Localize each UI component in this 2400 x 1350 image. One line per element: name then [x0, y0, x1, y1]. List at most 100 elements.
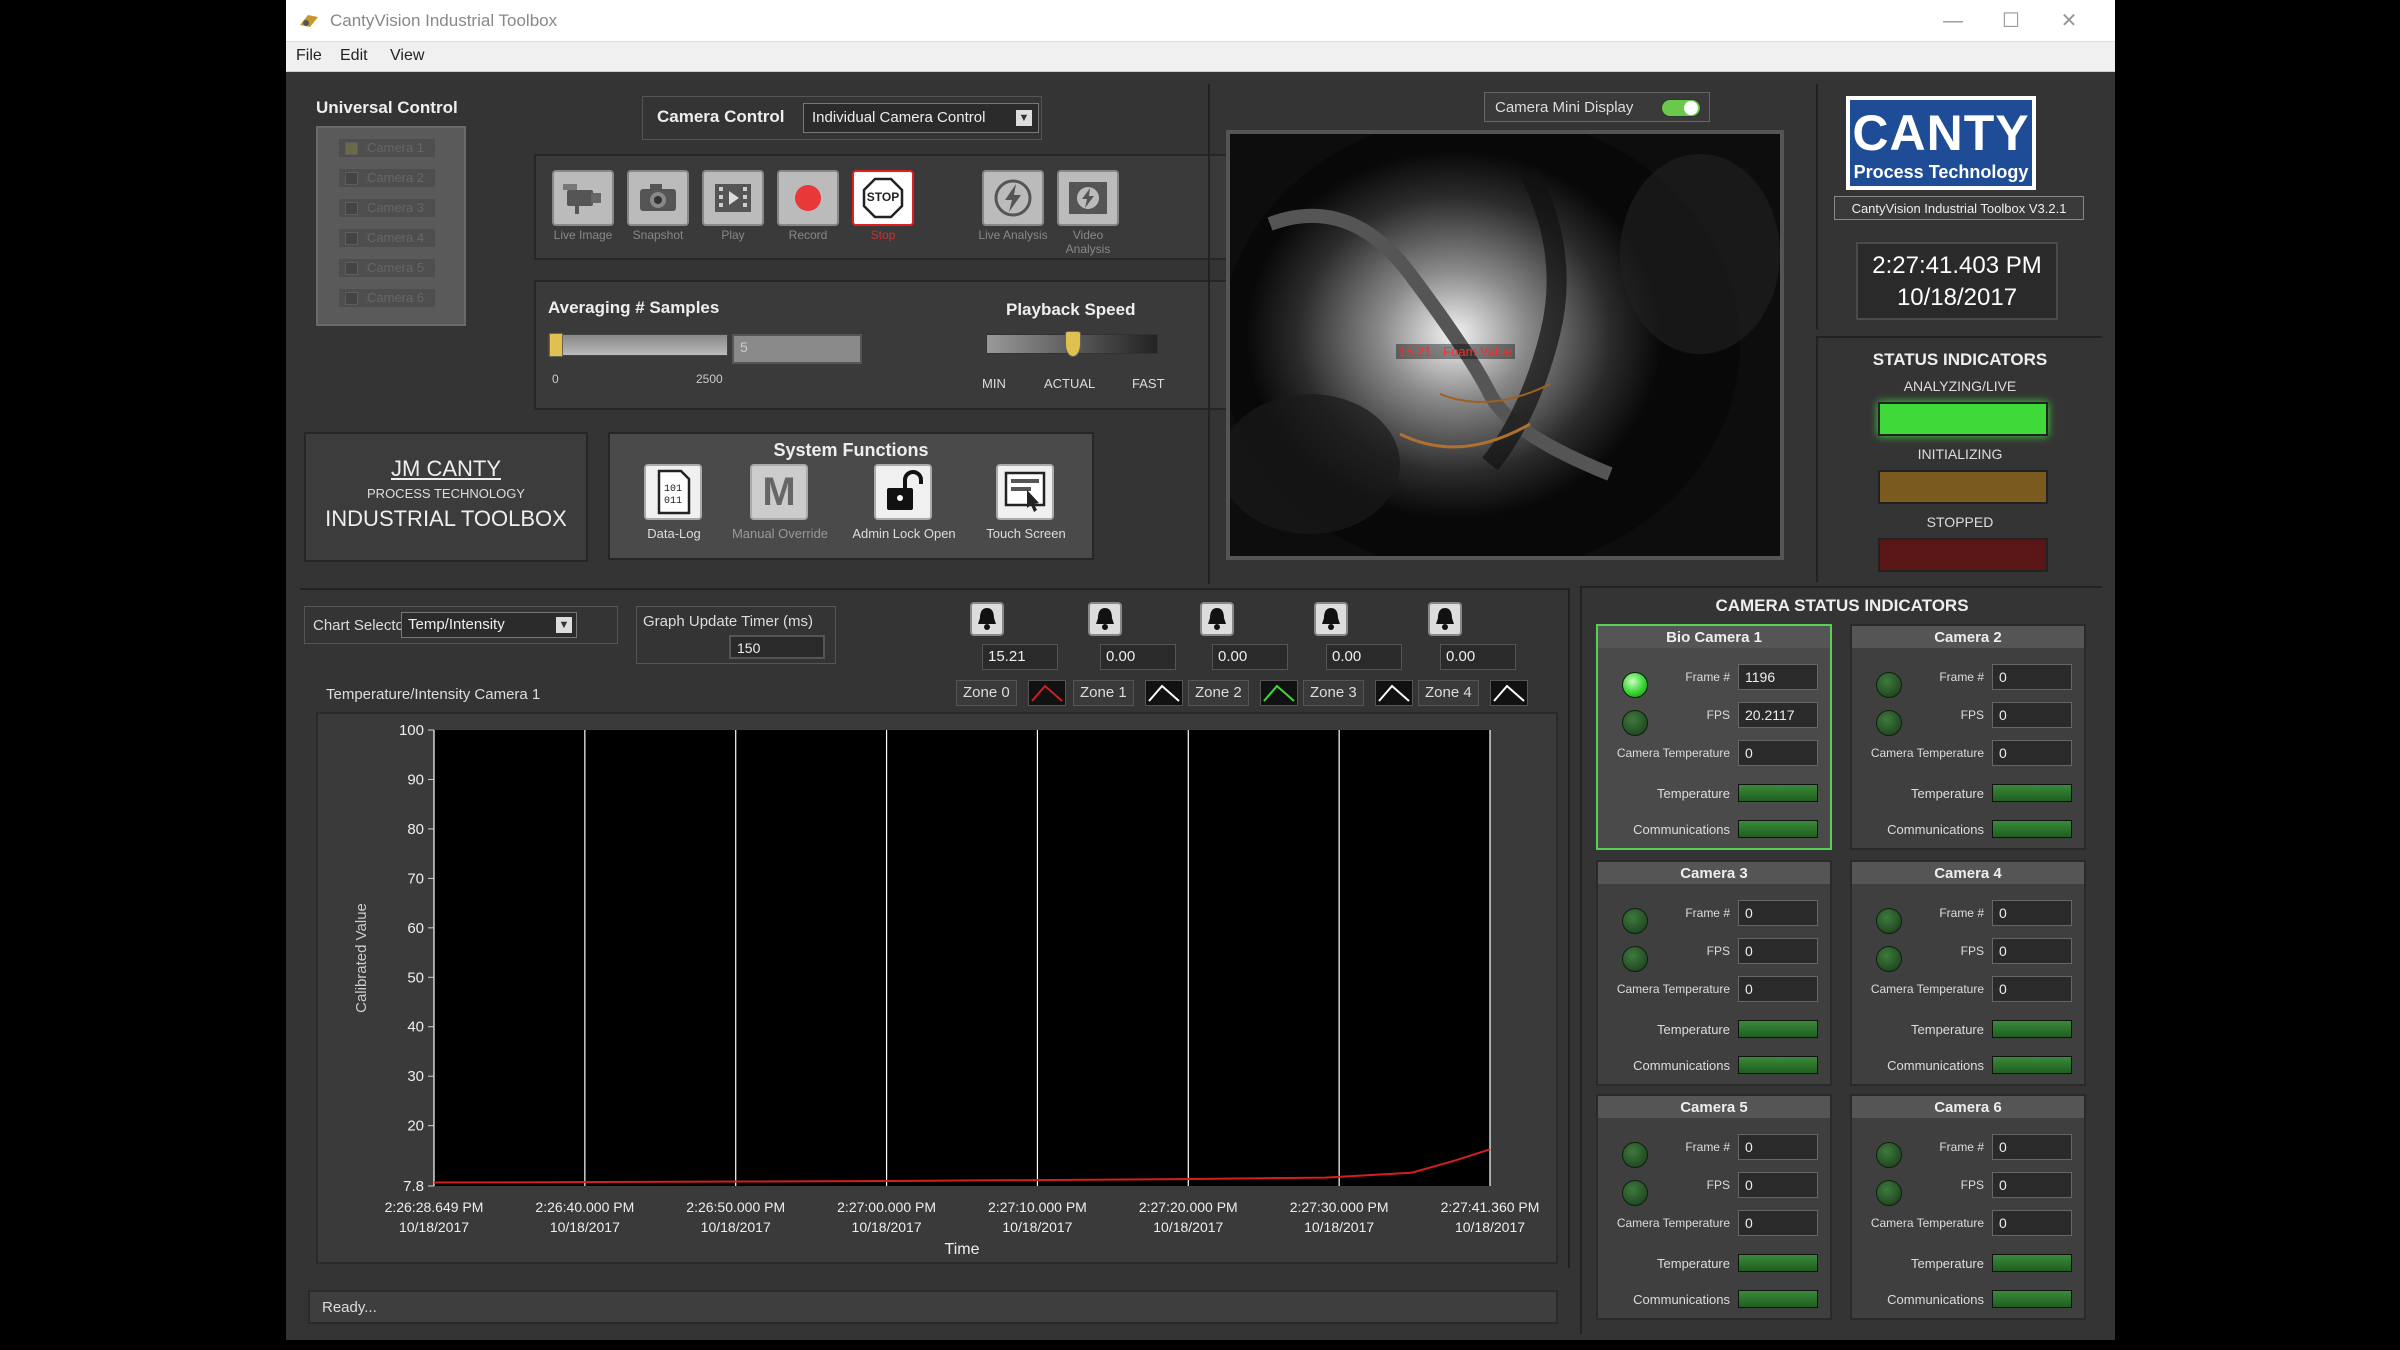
camera-item-5[interactable]: Camera 5 [338, 258, 436, 278]
zone-1-legend-label: Zone 1 [1073, 680, 1134, 706]
zone-3-alarm-button[interactable] [1314, 602, 1348, 636]
system-functions-panel: System Functions 101 011 Data-Log M Manua… [608, 432, 1094, 560]
zone-4-alarm-button[interactable] [1428, 602, 1462, 636]
averaging-min: 0 [552, 372, 559, 386]
y-tick-label: 90 [407, 771, 424, 788]
frame-label: Frame # [1939, 1140, 1984, 1154]
checkbox-icon[interactable] [345, 292, 358, 305]
stop-button[interactable]: STOP Stop [848, 166, 918, 246]
logo-tagline: Process Technology [1853, 162, 2029, 182]
camera-item-3[interactable]: Camera 3 [338, 198, 436, 218]
graph-timer-label: Graph Update Timer (ms) [643, 613, 814, 630]
averaging-slider[interactable] [548, 333, 728, 357]
video-analysis-button[interactable]: Video Analysis [1053, 166, 1123, 256]
zone-1-value: 0.00 [1100, 644, 1176, 670]
camera-control-mode-dropdown[interactable]: Individual Camera Control ▼ [803, 103, 1039, 133]
averaging-value-field[interactable]: 5 [732, 334, 862, 364]
temperature-label: Temperature [1911, 1256, 1984, 1271]
temperature-chart[interactable]: 100 90 80 70 60 50 40 30 20 7.8 2:26:28.649 PM 10/1… [318, 714, 1556, 1262]
frame-label: Frame # [1939, 670, 1984, 684]
x-tick-label: 2:27:30.000 PM [1290, 1199, 1389, 1215]
svg-text:101: 101 [664, 484, 682, 495]
checkbox-icon[interactable] [345, 232, 358, 245]
live-image-button[interactable]: Live Image [548, 166, 618, 246]
camera-status-card[interactable]: Camera 4 Frame # 0 FPS 0 Camera Temperature 0 T… [1850, 860, 2086, 1086]
admin-lock-button[interactable]: Admin Lock Open [844, 464, 964, 554]
communications-label: Communications [1887, 1058, 1984, 1073]
fps-label: FPS [1706, 1178, 1730, 1192]
stop-face-text: STOP [866, 190, 900, 204]
menu-edit[interactable]: Edit [340, 47, 368, 65]
zone-0-alarm-button[interactable] [970, 602, 1004, 636]
checkbox-icon[interactable] [345, 202, 358, 215]
close-button[interactable]: ✕ [2054, 6, 2084, 36]
menu-view[interactable]: View [390, 47, 424, 65]
feed-overlay: 15.21 Foam Value [1396, 344, 1516, 359]
playback-speed-slider[interactable] [986, 331, 1158, 357]
maximize-button[interactable]: ☐ [1996, 6, 2026, 36]
stop-label: Stop [870, 228, 896, 242]
manual-override-button[interactable]: M Manual Override [720, 464, 840, 554]
video-analysis-icon [1057, 170, 1119, 226]
camera-status-card[interactable]: Camera 6 Frame # 0 FPS 0 Camera Temperature 0 T… [1850, 1094, 2086, 1320]
zone-1-alarm-button[interactable] [1088, 602, 1122, 636]
checkbox-icon[interactable] [345, 142, 358, 155]
status-analyzing-indicator [1878, 402, 2048, 436]
camera-item-2[interactable]: Camera 2 [338, 168, 436, 188]
x-tick-label: 2:26:40.000 PM [535, 1199, 634, 1215]
manual-override-icon: M [750, 464, 808, 520]
communications-label: Communications [1633, 822, 1730, 837]
camera-control-group: Camera Control Individual Camera Control… [642, 96, 1042, 140]
chevron-down-icon[interactable]: ▼ [1016, 110, 1032, 126]
brand-product: INDUSTRIAL TOOLBOX [325, 506, 567, 531]
camera-temperature-value: 0 [1992, 740, 2072, 766]
graph-timer-input[interactable]: 150 [729, 635, 825, 659]
temperature-status-bar [1992, 1020, 2072, 1038]
zone-0-legend-swatch [1028, 680, 1066, 706]
zone-2-alarm-button[interactable] [1200, 602, 1234, 636]
communications-label: Communications [1887, 822, 1984, 837]
slider-thumb-icon[interactable] [549, 333, 564, 357]
snapshot-button[interactable]: Snapshot [623, 166, 693, 246]
record-button[interactable]: Record [773, 166, 843, 246]
graph-timer-group: Graph Update Timer (ms) 150 [636, 606, 836, 664]
data-log-button[interactable]: 101 011 Data-Log [614, 464, 734, 554]
record-label: Record [788, 228, 828, 242]
fps-value: 0 [1738, 1172, 1818, 1198]
touch-screen-label: Touch Screen [986, 526, 1066, 541]
toggle-knob-icon[interactable] [1684, 101, 1698, 115]
chart-selector-dropdown[interactable]: Temp/Intensity ▼ [401, 612, 577, 638]
menu-bar: File Edit View [286, 42, 2115, 72]
temperature-label: Temperature [1911, 786, 1984, 801]
play-button[interactable]: Play [698, 166, 768, 246]
camera-status-card[interactable]: Camera 5 Frame # 0 FPS 0 Camera Temperature 0 T… [1596, 1094, 1832, 1320]
communications-label: Communications [1633, 1058, 1730, 1073]
camera-status-card[interactable]: Bio Camera 1 Frame # 1196 FPS 20.2117 Camera … [1596, 624, 1832, 850]
minimize-button[interactable]: — [1938, 6, 1968, 36]
camera-item-1[interactable]: Camera 1 [338, 138, 436, 158]
touch-screen-button[interactable]: Touch Screen [966, 464, 1086, 554]
mini-display-toggle[interactable] [1661, 99, 1701, 117]
frame-value: 0 [1738, 900, 1818, 926]
live-analysis-button[interactable]: Live Analysis [978, 166, 1048, 246]
checkbox-icon[interactable] [345, 172, 358, 185]
chevron-down-icon[interactable]: ▼ [556, 617, 572, 633]
fps-value: 0 [1738, 938, 1818, 964]
camera-item-6[interactable]: Camera 6 [338, 288, 436, 308]
camera-temperature-label: Camera Temperature [1870, 1216, 1984, 1230]
checkbox-icon[interactable] [345, 262, 358, 275]
camera-item-4[interactable]: Camera 4 [338, 228, 436, 248]
fps-value: 0 [1992, 1172, 2072, 1198]
manual-override-face-text: M [762, 469, 796, 514]
slider-thumb-icon[interactable] [1065, 331, 1081, 357]
camera-status-card[interactable]: Camera 2 Frame # 0 FPS 0 Camera Temperature 0 T… [1850, 624, 2086, 850]
averaging-title: Averaging # Samples [548, 298, 720, 317]
camera-feed[interactable]: 15.21 Foam Value [1226, 130, 1784, 560]
unlock-icon [874, 464, 932, 520]
camera-temperature-label: Camera Temperature [1870, 746, 1984, 760]
camera-status-card[interactable]: Camera 3 Frame # 0 FPS 0 Camera Temperature 0 T… [1596, 860, 1832, 1086]
menu-file[interactable]: File [296, 47, 322, 65]
live-image-label: Live Image [553, 228, 613, 242]
camera-temperature-value: 0 [1992, 976, 2072, 1002]
frame-value: 1196 [1738, 664, 1818, 690]
